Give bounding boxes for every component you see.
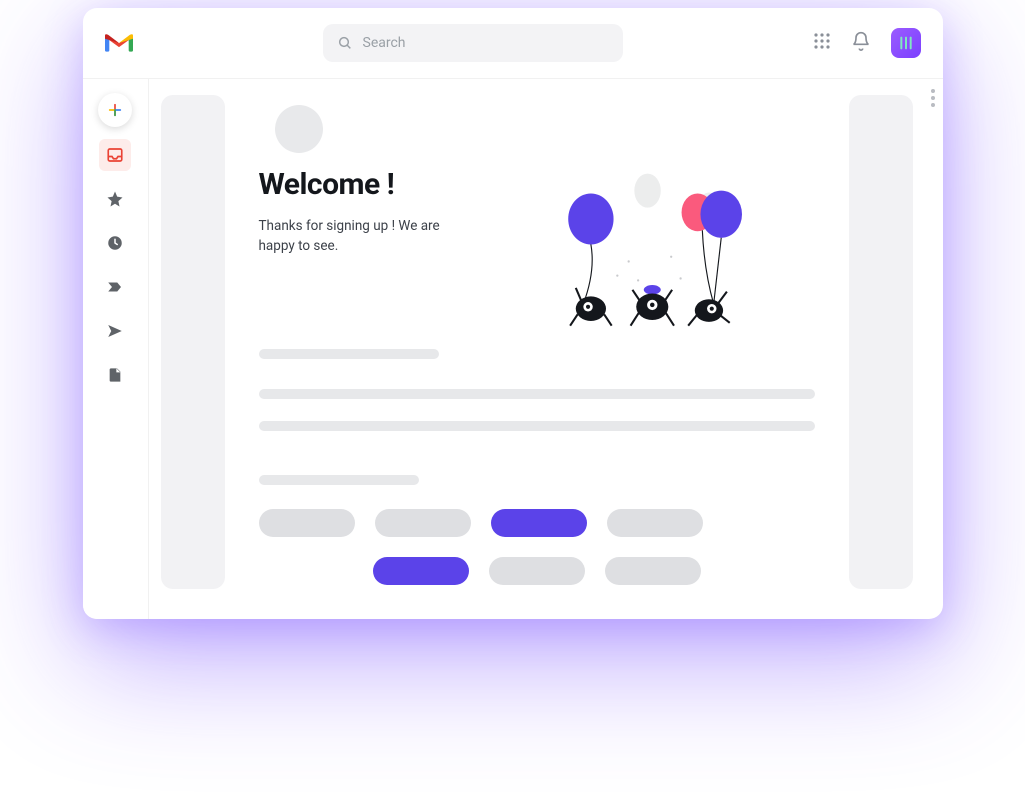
hero: Welcome ! Thanks for signing up ! We are… bbox=[259, 167, 815, 337]
skeleton-line bbox=[259, 475, 419, 485]
skeleton-line bbox=[259, 389, 815, 399]
pill-skeleton bbox=[489, 557, 585, 585]
avatar-skeleton bbox=[275, 105, 323, 153]
search-placeholder: Search bbox=[363, 35, 406, 51]
gmail-logo-icon bbox=[105, 32, 133, 54]
email-body: Welcome ! Thanks for signing up ! We are… bbox=[259, 95, 815, 589]
topbar-actions bbox=[813, 28, 921, 58]
skeleton-paragraph bbox=[259, 349, 815, 485]
pill-skeleton-accent bbox=[373, 557, 469, 585]
apps-grid-icon[interactable] bbox=[813, 32, 831, 54]
inbox-icon[interactable] bbox=[99, 139, 131, 171]
pill-skeleton bbox=[375, 509, 471, 537]
skeleton-line bbox=[259, 349, 439, 359]
topbar: Search bbox=[83, 8, 943, 79]
left-panel-skeleton bbox=[161, 95, 225, 589]
pill-row-1 bbox=[259, 509, 815, 537]
search-icon bbox=[337, 35, 353, 51]
pill-skeleton bbox=[605, 557, 701, 585]
pill-skeleton bbox=[607, 509, 703, 537]
starred-icon[interactable] bbox=[99, 183, 131, 215]
body: Welcome ! Thanks for signing up ! We are… bbox=[83, 79, 943, 619]
brand-badge-icon[interactable] bbox=[891, 28, 921, 58]
skeleton-line bbox=[259, 421, 815, 431]
pill-skeleton bbox=[259, 509, 355, 537]
compose-button[interactable] bbox=[98, 93, 132, 127]
drafts-icon[interactable] bbox=[99, 359, 131, 391]
email-title: Welcome ! bbox=[259, 167, 479, 202]
content-area: Welcome ! Thanks for signing up ! We are… bbox=[149, 79, 943, 619]
email-subtitle: Thanks for signing up ! We are happy to … bbox=[259, 216, 479, 257]
balloons-illustration bbox=[499, 167, 815, 337]
pill-skeleton-accent bbox=[491, 509, 587, 537]
snoozed-icon[interactable] bbox=[99, 227, 131, 259]
app-window: Search bbox=[83, 8, 943, 619]
important-icon[interactable] bbox=[99, 271, 131, 303]
search-input[interactable]: Search bbox=[323, 24, 623, 62]
sidebar bbox=[83, 79, 149, 619]
pill-row-2 bbox=[259, 557, 815, 585]
right-panel-skeleton bbox=[849, 95, 913, 589]
sent-icon[interactable] bbox=[99, 315, 131, 347]
more-options-icon[interactable] bbox=[931, 89, 935, 107]
notifications-icon[interactable] bbox=[851, 31, 871, 55]
